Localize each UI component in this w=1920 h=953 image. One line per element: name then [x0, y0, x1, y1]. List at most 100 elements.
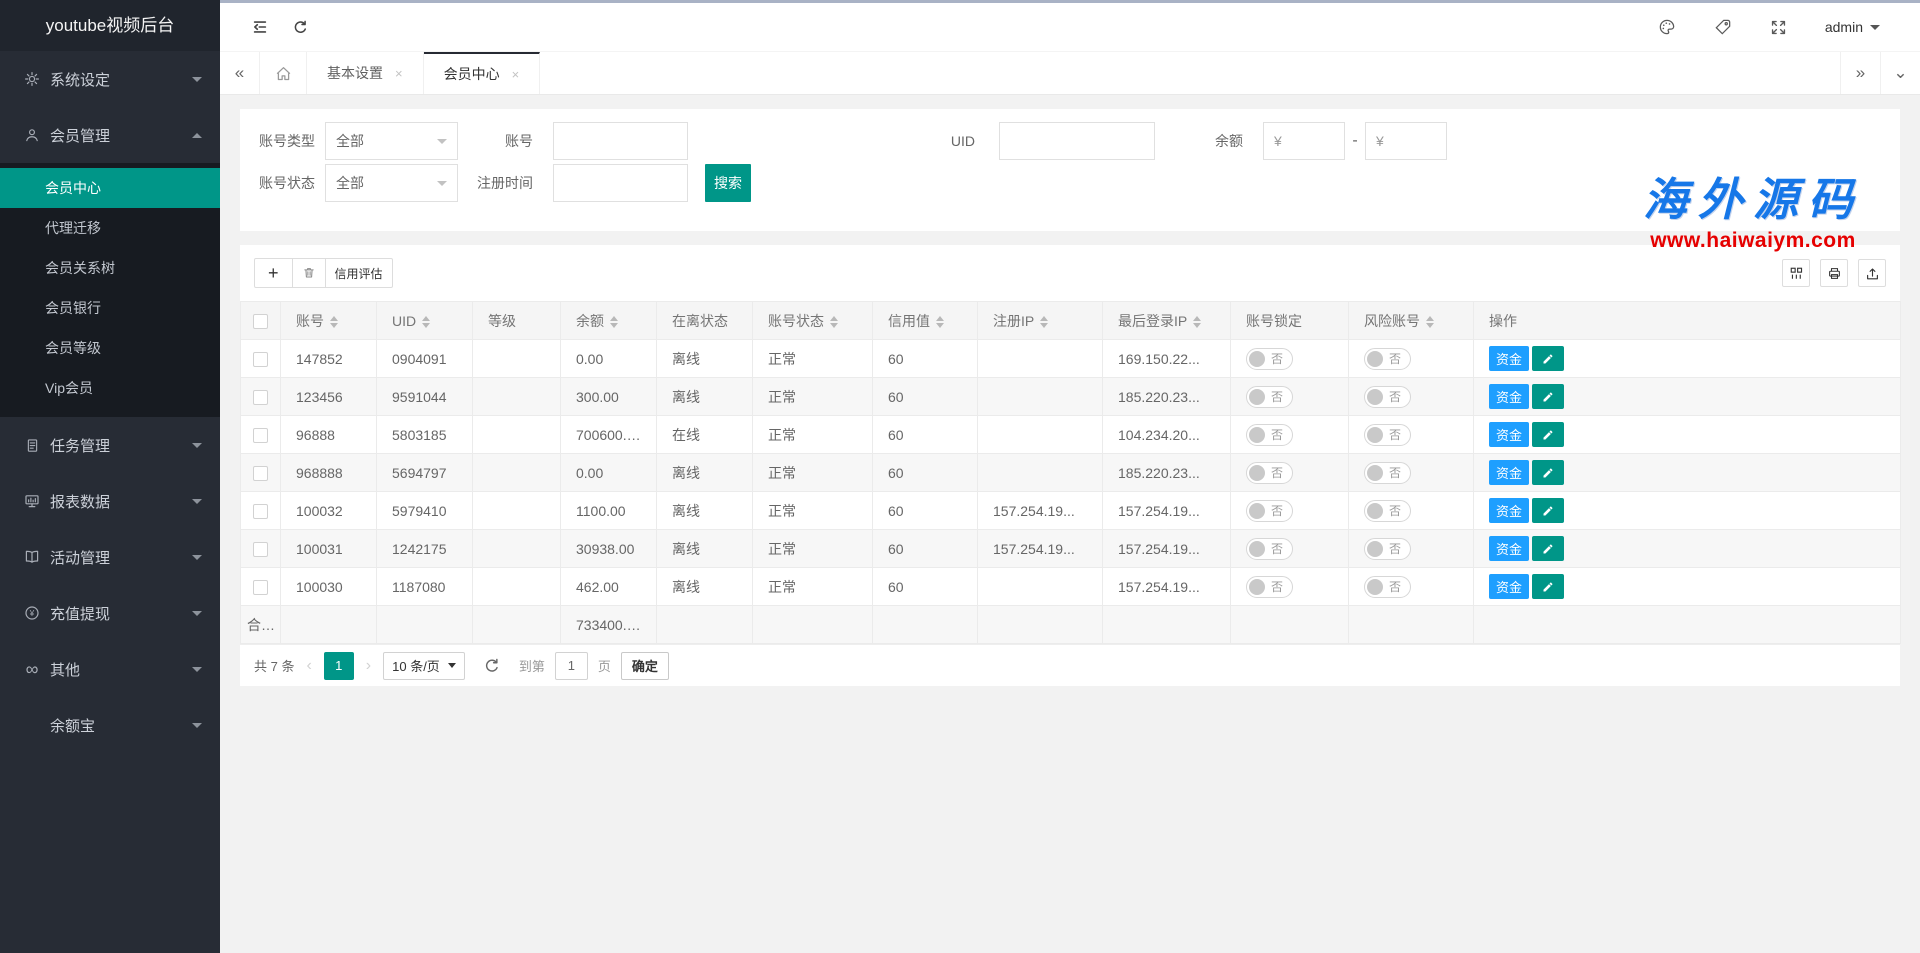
lock-toggle[interactable]: 否 [1246, 386, 1293, 408]
col-label: 最后登录IP [1118, 313, 1187, 329]
search-button[interactable]: 搜索 [705, 164, 751, 202]
sidebar-item-report-data[interactable]: 报表数据 [0, 473, 220, 529]
per-page-select[interactable]: 10 条/页 [383, 652, 465, 680]
fund-button[interactable]: 资金 [1489, 422, 1529, 447]
edit-button[interactable] [1532, 346, 1564, 371]
select-all-checkbox[interactable] [253, 314, 268, 329]
fullscreen-icon[interactable] [1770, 19, 1787, 36]
risk-toggle[interactable]: 否 [1364, 424, 1411, 446]
row-checkbox[interactable] [253, 352, 268, 367]
pager-refresh-icon[interactable] [483, 657, 501, 675]
cell-locked: 否 [1231, 530, 1349, 568]
export-icon[interactable] [1858, 259, 1886, 287]
sidebar-subitem-vip-member[interactable]: Vip会员 [0, 368, 220, 408]
cell-credit: 60 [873, 454, 978, 492]
risk-toggle[interactable]: 否 [1364, 386, 1411, 408]
sidebar-item-other[interactable]: ∞其他 [0, 641, 220, 697]
balance-max-input[interactable] [1365, 122, 1447, 160]
row-checkbox[interactable] [253, 542, 268, 557]
risk-toggle[interactable]: 否 [1364, 538, 1411, 560]
app-window: youtube视频后台 系统设定会员管理会员中心代理迁移会员关系树会员银行会员等… [0, 0, 1920, 953]
risk-toggle[interactable]: 否 [1364, 462, 1411, 484]
account-type-select[interactable]: 全部 [325, 122, 458, 160]
prev-page-button[interactable]: ‹ [304, 657, 313, 675]
columns-filter-icon[interactable] [1782, 259, 1810, 287]
row-checkbox[interactable] [253, 504, 268, 519]
sort-icon[interactable] [830, 316, 838, 328]
fund-button[interactable]: 资金 [1489, 498, 1529, 523]
edit-button[interactable] [1532, 574, 1564, 599]
sidebar-subitem-member-relation-tree[interactable]: 会员关系树 [0, 248, 220, 288]
next-page-button[interactable]: › [364, 657, 373, 675]
sidebar-subitem-member-bank[interactable]: 会员银行 [0, 288, 220, 328]
delete-button[interactable] [292, 258, 326, 288]
sidebar-subitem-member-level[interactable]: 会员等级 [0, 328, 220, 368]
row-checkbox[interactable] [253, 390, 268, 405]
lock-toggle[interactable]: 否 [1246, 348, 1293, 370]
sidebar-item-yuebao[interactable]: 余额宝 [0, 697, 220, 753]
close-tab-icon[interactable]: × [512, 67, 520, 82]
fund-button[interactable]: 资金 [1489, 574, 1529, 599]
sidebar-subitem-member-center[interactable]: 会员中心 [0, 168, 220, 208]
sort-icon[interactable] [330, 316, 338, 328]
row-checkbox[interactable] [253, 580, 268, 595]
sidebar-subitem-agent-migration[interactable]: 代理迁移 [0, 208, 220, 248]
row-checkbox[interactable] [253, 466, 268, 481]
risk-toggle[interactable]: 否 [1364, 576, 1411, 598]
table-row: 96888856947970.00离线正常60185.220.23...否否资金 [241, 454, 1901, 492]
print-icon[interactable] [1820, 259, 1848, 287]
sort-icon[interactable] [1426, 316, 1434, 328]
tab-member-center[interactable]: 会员中心× [424, 52, 541, 94]
sort-icon[interactable] [610, 316, 618, 328]
fund-button[interactable]: 资金 [1489, 384, 1529, 409]
sidebar-item-member-management[interactable]: 会员管理 [0, 107, 220, 163]
col-credit: 信用值 [873, 302, 978, 340]
collapse-sidebar-icon[interactable] [240, 18, 280, 36]
lock-toggle[interactable]: 否 [1246, 576, 1293, 598]
cell-balance: 0.00 [561, 340, 657, 378]
lock-toggle[interactable]: 否 [1246, 538, 1293, 560]
user-menu[interactable]: admin [1825, 19, 1880, 35]
tabs-scroll-left-icon[interactable]: « [220, 52, 260, 94]
register-time-input[interactable] [553, 164, 688, 202]
tab-basic-settings[interactable]: 基本设置× [307, 52, 424, 94]
close-tab-icon[interactable]: × [395, 66, 403, 81]
credit-eval-button[interactable]: 信用评估 [325, 258, 393, 288]
sidebar-item-system-settings[interactable]: 系统设定 [0, 51, 220, 107]
sort-icon[interactable] [1040, 316, 1048, 328]
fund-button[interactable]: 资金 [1489, 460, 1529, 485]
goto-confirm-button[interactable]: 确定 [621, 652, 669, 680]
add-button[interactable]: + [254, 258, 293, 288]
lock-toggle[interactable]: 否 [1246, 424, 1293, 446]
page-number-button[interactable]: 1 [324, 652, 354, 680]
sidebar-item-recharge-withdraw[interactable]: ¥充值提现 [0, 585, 220, 641]
edit-button[interactable] [1532, 460, 1564, 485]
account-status-select[interactable]: 全部 [325, 164, 458, 202]
edit-button[interactable] [1532, 536, 1564, 561]
tag-icon[interactable] [1714, 18, 1732, 36]
tabs-more-icon[interactable]: » [1840, 52, 1880, 94]
edit-button[interactable] [1532, 384, 1564, 409]
sort-icon[interactable] [1193, 316, 1201, 328]
refresh-icon[interactable] [280, 19, 320, 36]
lock-toggle[interactable]: 否 [1246, 500, 1293, 522]
fund-button[interactable]: 资金 [1489, 346, 1529, 371]
lock-toggle[interactable]: 否 [1246, 462, 1293, 484]
tabs-collapse-icon[interactable]: ⌄ [1880, 52, 1920, 94]
theme-palette-icon[interactable] [1658, 18, 1676, 36]
edit-button[interactable] [1532, 422, 1564, 447]
sidebar-item-task-management[interactable]: 任务管理 [0, 417, 220, 473]
sort-icon[interactable] [422, 316, 430, 328]
sidebar-item-activity-management[interactable]: 活动管理 [0, 529, 220, 585]
account-input[interactable] [553, 122, 688, 160]
risk-toggle[interactable]: 否 [1364, 348, 1411, 370]
fund-button[interactable]: 资金 [1489, 536, 1529, 561]
risk-toggle[interactable]: 否 [1364, 500, 1411, 522]
row-checkbox[interactable] [253, 428, 268, 443]
balance-min-input[interactable] [1263, 122, 1345, 160]
uid-input[interactable] [999, 122, 1155, 160]
edit-button[interactable] [1532, 498, 1564, 523]
goto-page-input[interactable] [555, 652, 588, 680]
home-tab-icon[interactable] [260, 52, 307, 94]
sort-icon[interactable] [936, 316, 944, 328]
